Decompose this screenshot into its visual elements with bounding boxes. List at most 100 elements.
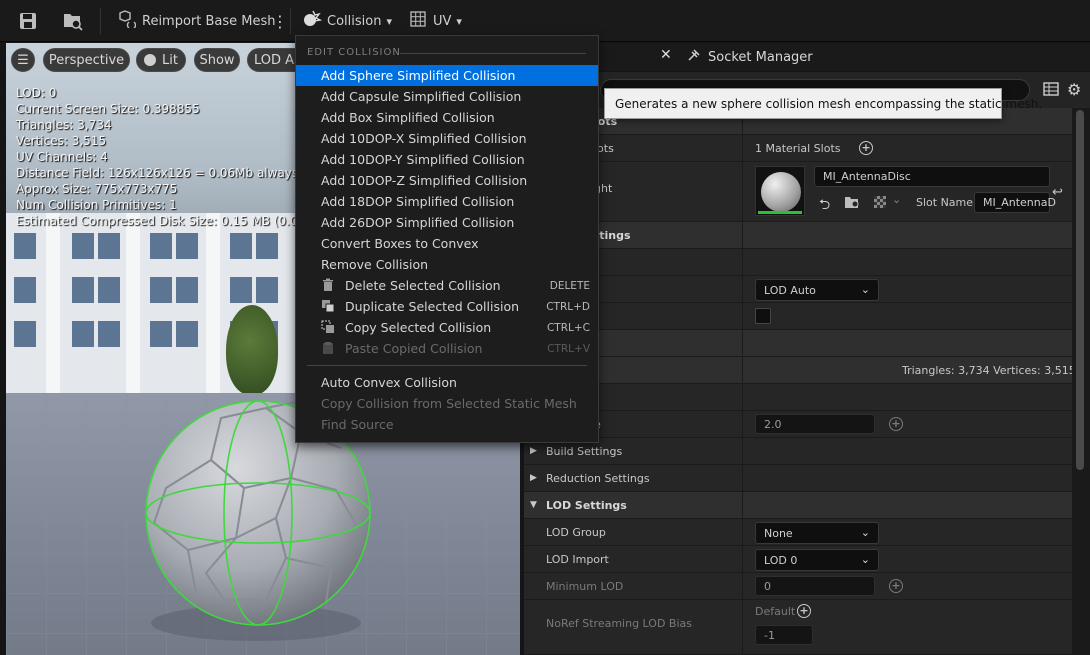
material-slots-count: 1 Material Slots <box>755 142 841 155</box>
lod-import-dropdown[interactable]: LOD 0 ⌄ <box>755 549 879 571</box>
menu-item-add-10dop-z[interactable]: Add 10DOP-Z Simplified Collision <box>296 170 598 191</box>
close-icon[interactable]: ✕ <box>660 47 676 65</box>
menu-item-copy-from-selected-mesh[interactable]: Copy Collision from Selected Static Mesh <box>296 393 598 414</box>
menu-item-label: Add Sphere Simplified Collision <box>321 68 516 83</box>
noref-input[interactable]: -1 <box>755 625 813 645</box>
menu-item-add-10dop-x[interactable]: Add 10DOP-X Simplified Collision <box>296 128 598 149</box>
browse-asset-icon[interactable] <box>62 0 84 42</box>
lod-group-label: LOD Group <box>546 526 606 539</box>
menu-item-remove-collision[interactable]: Remove Collision <box>296 254 598 275</box>
stat-line: Current Screen Size: 0.398855 <box>16 102 200 116</box>
menu-heading-divider <box>400 53 586 54</box>
reimport-base-mesh-button[interactable]: Reimport Base Mesh <box>116 0 276 42</box>
lod-auto-dropdown[interactable]: LOD Auto ⌄ <box>755 279 879 301</box>
lod-info-row: Triangles: 3,734 Vertices: 3,515 <box>524 357 1076 384</box>
build-settings-label: Build Settings <box>546 445 623 458</box>
add-icon[interactable]: + <box>889 417 903 431</box>
add-material-slot-icon[interactable]: + <box>859 141 873 155</box>
tab-socket-manager[interactable]: Socket Manager <box>686 44 813 70</box>
lod-group-dropdown[interactable]: None ⌄ <box>755 522 879 544</box>
table-view-icon[interactable] <box>1043 81 1059 100</box>
category-lod-settings[interactable]: ▼ LOD Settings <box>524 492 1072 519</box>
menu-item-add-sphere[interactable]: Add Sphere Simplified Collision <box>296 65 598 86</box>
lod-auto-value: LOD Auto <box>764 283 816 297</box>
menu-item-add-10dop-y[interactable]: Add 10DOP-Y Simplified Collision <box>296 149 598 170</box>
stat-line: LOD: 0 <box>16 86 57 100</box>
category-label: ttings <box>594 229 631 242</box>
menu-item-convert-boxes[interactable]: Convert Boxes to Convex <box>296 233 598 254</box>
lit-button[interactable]: Lit <box>136 48 186 72</box>
lod-picker-row: r <box>524 249 1072 276</box>
menu-item-add-capsule[interactable]: Add Capsule Simplified Collision <box>296 86 598 107</box>
lod-checkbox[interactable] <box>755 308 771 324</box>
noref-label: NoRef Streaming LOD Bias <box>546 617 692 630</box>
menu-item-delete-selected[interactable]: Delete Selected Collision DELETE <box>296 275 598 296</box>
viewport-stats: LOD: 0 Current Screen Size: 0.398855 Tri… <box>16 85 314 229</box>
minimum-lod-label: Minimum LOD <box>546 580 624 593</box>
chevron-down-icon: ⌄ <box>860 526 870 539</box>
copy-icon <box>321 320 335 334</box>
save-icon[interactable] <box>18 0 38 42</box>
trash-icon <box>321 278 335 292</box>
menu-item-add-box[interactable]: Add Box Simplified Collision <box>296 107 598 128</box>
reimport-icon <box>116 10 137 32</box>
reset-arrow-icon[interactable]: ↩ <box>1052 185 1063 200</box>
slot-name-label: Slot Name <box>916 196 974 209</box>
socket-icon <box>686 47 702 67</box>
triangles-vertices-info: Triangles: 3,734 Vertices: 3,515 <box>902 364 1076 377</box>
noref-value: -1 <box>764 628 775 642</box>
material-name: MI_AntennaDisc <box>823 170 911 183</box>
reduction-settings-row[interactable]: ▶ Reduction Settings <box>524 465 1072 492</box>
perspective-button[interactable]: Perspective <box>43 48 130 72</box>
menu-item-label: Remove Collision <box>321 257 429 272</box>
more-options-icon[interactable]: ⋮ <box>272 0 288 42</box>
build-settings-row[interactable]: ▶ Build Settings <box>524 438 1072 465</box>
menu-item-shortcut: DELETE <box>549 279 590 292</box>
material-name-field[interactable]: MI_AntennaDisc <box>814 166 1050 187</box>
menu-item-label: Duplicate Selected Collision <box>345 299 520 314</box>
menu-item-duplicate-selected[interactable]: Duplicate Selected Collision CTRL+D <box>296 296 598 317</box>
stat-line: Triangles: 3,734 <box>16 118 112 132</box>
paste-icon <box>321 341 335 355</box>
default-label: Default <box>755 605 796 618</box>
scrollbar-thumb[interactable] <box>1076 110 1084 470</box>
material-thumbnail[interactable] <box>755 166 805 216</box>
use-selected-asset-icon[interactable]: ⮌ <box>819 194 830 218</box>
duplicate-icon <box>321 299 335 313</box>
menu-item-find-source[interactable]: Find Source <box>296 414 598 435</box>
gear-icon[interactable]: ⚙ <box>1067 80 1081 99</box>
lod-import-label: LOD Import <box>546 553 609 566</box>
screen-size-row: e 2.0 + <box>524 411 1072 438</box>
chevron-down-icon: ⌄ <box>860 553 870 566</box>
menu-item-add-18dop[interactable]: Add 18DOP Simplified Collision <box>296 191 598 212</box>
show-button[interactable]: Show <box>194 48 240 72</box>
viewport-menu-button[interactable]: ☰ <box>11 48 35 72</box>
perspective-label: Perspective <box>48 52 125 68</box>
tooltip: Generates a new sphere collision mesh en… <box>604 88 1042 119</box>
menu-item-paste-copied[interactable]: Paste Copied Collision CTRL+V <box>296 338 598 359</box>
browse-icon[interactable] <box>844 195 860 212</box>
menu-item-label: Find Source <box>321 417 394 432</box>
lod-import-row: LOD Import LOD 0 ⌄ <box>524 546 1072 573</box>
material-preview-icon[interactable] <box>874 196 886 208</box>
show-label: Show <box>199 52 235 68</box>
menu-item-auto-convex[interactable]: Auto Convex Collision <box>296 372 598 393</box>
menu-item-add-26dop[interactable]: Add 26DOP Simplified Collision <box>296 212 598 233</box>
chevron-down-icon: ▾ <box>456 14 462 28</box>
menu-item-label: Add Box Simplified Collision <box>321 110 495 125</box>
minimum-lod-input[interactable]: 0 <box>755 576 875 596</box>
column-divider[interactable] <box>742 108 743 655</box>
noref-streaming-row: NoRef Streaming LOD Bias Default + -1 <box>524 600 1072 655</box>
lit-icon <box>144 54 157 66</box>
slot-name-input[interactable]: MI_AntennaD <box>974 192 1056 213</box>
add-icon[interactable]: + <box>797 604 811 618</box>
menu-divider <box>307 365 587 366</box>
expand-arrow-icon: ▶ <box>530 473 537 483</box>
category-settings[interactable]: ttings <box>524 222 1072 249</box>
add-icon[interactable]: + <box>889 579 903 593</box>
menu-item-copy-selected[interactable]: Copy Selected Collision CTRL+C <box>296 317 598 338</box>
chevron-down-icon[interactable]: ⌄ <box>892 193 901 206</box>
screen-size-input[interactable]: 2.0 <box>755 414 875 434</box>
lod-auto-row: LOD Auto ⌄ <box>524 276 1072 303</box>
menu-item-label: Paste Copied Collision <box>345 341 483 356</box>
